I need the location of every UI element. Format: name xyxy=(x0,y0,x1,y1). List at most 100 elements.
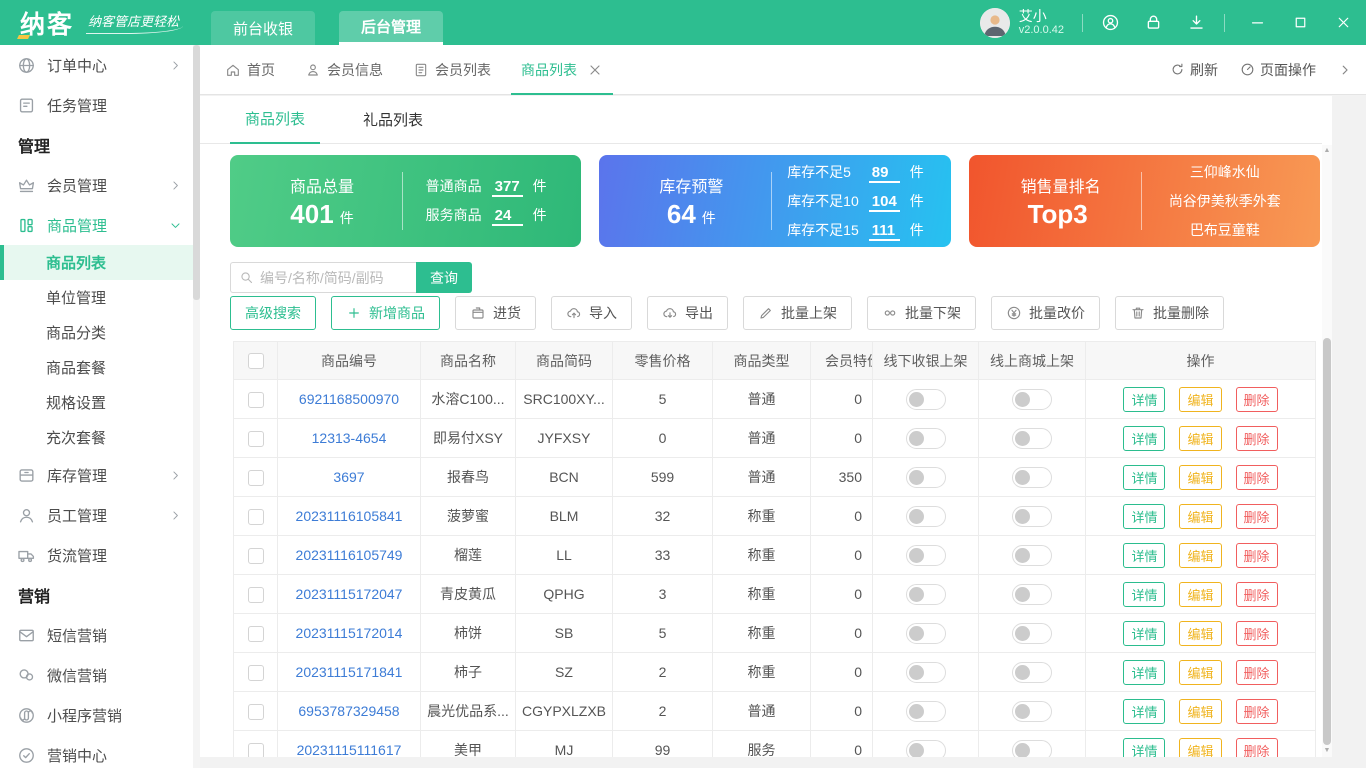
detail-button[interactable]: 详情 xyxy=(1123,504,1165,529)
offline-shelf-toggle[interactable] xyxy=(906,506,946,527)
sidebar-subitem[interactable]: 规格设置 xyxy=(0,385,200,420)
offline-shelf-toggle[interactable] xyxy=(906,623,946,644)
product-code-link[interactable]: 20231115111617 xyxy=(297,742,402,757)
delete-button[interactable]: 删除 xyxy=(1236,387,1278,412)
product-code-link[interactable]: 20231115171841 xyxy=(296,664,403,680)
product-code-link[interactable]: 6953787329458 xyxy=(298,703,399,719)
detail-button[interactable]: 详情 xyxy=(1123,582,1165,607)
row-checkbox[interactable] xyxy=(248,509,264,525)
scrollbar-thumb[interactable] xyxy=(1323,338,1331,745)
content-scrollbar[interactable]: ▲ ▼ xyxy=(1322,145,1332,757)
offline-shelf-toggle[interactable] xyxy=(906,467,946,488)
sidebar-item[interactable]: 任务管理 xyxy=(0,85,200,125)
toolbar-button-4[interactable]: 导出 xyxy=(647,296,728,330)
row-checkbox[interactable] xyxy=(248,431,264,447)
online-shelf-toggle[interactable] xyxy=(1012,467,1052,488)
scroll-up-arrow[interactable]: ▲ xyxy=(1322,145,1332,157)
chevron-right-icon[interactable] xyxy=(1338,63,1352,77)
offline-shelf-toggle[interactable] xyxy=(906,389,946,410)
search-input[interactable] xyxy=(260,270,408,286)
tab-home[interactable]: 首页 xyxy=(225,45,275,95)
row-checkbox[interactable] xyxy=(248,626,264,642)
download-icon[interactable] xyxy=(1187,13,1206,32)
row-checkbox[interactable] xyxy=(248,587,264,603)
delete-button[interactable]: 删除 xyxy=(1236,426,1278,451)
edit-button[interactable]: 编辑 xyxy=(1179,660,1221,685)
offline-shelf-toggle[interactable] xyxy=(906,428,946,449)
sidebar-subitem[interactable]: 商品分类 xyxy=(0,315,200,350)
offline-shelf-toggle[interactable] xyxy=(906,740,946,758)
refresh-button[interactable]: 刷新 xyxy=(1170,60,1218,80)
sidebar-subitem[interactable]: 充次套餐 xyxy=(0,420,200,455)
detail-button[interactable]: 详情 xyxy=(1123,426,1165,451)
product-code-link[interactable]: 20231116105749 xyxy=(296,547,403,563)
sidebar-item[interactable]: 微信营销 xyxy=(0,655,200,695)
page-actions-button[interactable]: 页面操作 xyxy=(1240,60,1316,80)
edit-button[interactable]: 编辑 xyxy=(1179,621,1221,646)
minimize-icon[interactable] xyxy=(1249,14,1266,31)
online-shelf-toggle[interactable] xyxy=(1012,701,1052,722)
sidebar-subitem[interactable]: 单位管理 xyxy=(0,280,200,315)
maximize-icon[interactable] xyxy=(1292,14,1309,31)
row-checkbox[interactable] xyxy=(248,548,264,564)
product-code-link[interactable]: 12313-4654 xyxy=(312,430,387,446)
lock-icon[interactable] xyxy=(1144,13,1163,32)
toolbar-button-5[interactable]: 批量上架 xyxy=(743,296,852,330)
tab-member-list[interactable]: 会员列表 xyxy=(413,45,491,95)
edit-button[interactable]: 编辑 xyxy=(1179,738,1221,758)
row-checkbox[interactable] xyxy=(248,704,264,720)
detail-button[interactable]: 详情 xyxy=(1123,660,1165,685)
online-shelf-toggle[interactable] xyxy=(1012,623,1052,644)
online-shelf-toggle[interactable] xyxy=(1012,545,1052,566)
detail-button[interactable]: 详情 xyxy=(1123,621,1165,646)
detail-button[interactable]: 详情 xyxy=(1123,543,1165,568)
delete-button[interactable]: 删除 xyxy=(1236,465,1278,490)
offline-shelf-toggle[interactable] xyxy=(906,584,946,605)
edit-button[interactable]: 编辑 xyxy=(1179,465,1221,490)
support-icon[interactable] xyxy=(1101,13,1120,32)
toolbar-button-3[interactable]: 导入 xyxy=(551,296,632,330)
close-icon[interactable] xyxy=(587,62,603,78)
row-checkbox[interactable] xyxy=(248,470,264,486)
tab-product-list[interactable]: 商品列表 xyxy=(521,45,603,95)
toolbar-button-2[interactable]: 进货 xyxy=(455,296,536,330)
card-line-value[interactable]: 24 xyxy=(492,207,523,226)
card-line-value[interactable]: 89 xyxy=(869,164,900,183)
edit-button[interactable]: 编辑 xyxy=(1179,426,1221,451)
sidebar-item[interactable]: 商品管理 xyxy=(0,205,200,245)
product-code-link[interactable]: 20231115172014 xyxy=(296,625,403,641)
delete-button[interactable]: 删除 xyxy=(1236,621,1278,646)
offline-shelf-toggle[interactable] xyxy=(906,545,946,566)
sidebar-item[interactable]: 库存管理 xyxy=(0,455,200,495)
nav-tab-cashier[interactable]: 前台收银 xyxy=(211,11,315,45)
panel-tab-gifts[interactable]: 礼品列表 xyxy=(348,96,438,144)
toolbar-button-1[interactable]: 新增商品 xyxy=(331,296,440,330)
product-code-link[interactable]: 6921168500970 xyxy=(299,391,399,407)
nav-tab-backoffice[interactable]: 后台管理 xyxy=(339,11,443,45)
delete-button[interactable]: 删除 xyxy=(1236,504,1278,529)
product-code-link[interactable]: 3697 xyxy=(333,469,364,485)
select-all-checkbox[interactable] xyxy=(248,353,264,369)
edit-button[interactable]: 编辑 xyxy=(1179,504,1221,529)
toolbar-button-6[interactable]: 批量下架 xyxy=(867,296,976,330)
online-shelf-toggle[interactable] xyxy=(1012,428,1052,449)
edit-button[interactable]: 编辑 xyxy=(1179,582,1221,607)
edit-button[interactable]: 编辑 xyxy=(1179,543,1221,568)
delete-button[interactable]: 删除 xyxy=(1236,543,1278,568)
row-checkbox[interactable] xyxy=(248,665,264,681)
sidebar-item[interactable]: 货流管理 xyxy=(0,535,200,575)
search-button[interactable]: 查询 xyxy=(416,262,472,293)
close-icon[interactable] xyxy=(1335,14,1352,31)
sidebar-subitem[interactable]: 商品列表 xyxy=(0,245,200,280)
online-shelf-toggle[interactable] xyxy=(1012,584,1052,605)
toolbar-button-0[interactable]: 高级搜索 xyxy=(230,296,316,330)
row-checkbox[interactable] xyxy=(248,743,264,757)
card-line-value[interactable]: 111 xyxy=(869,222,900,241)
offline-shelf-toggle[interactable] xyxy=(906,701,946,722)
toolbar-button-8[interactable]: 批量删除 xyxy=(1115,296,1224,330)
sidebar-item[interactable]: 小程序营销 xyxy=(0,695,200,735)
online-shelf-toggle[interactable] xyxy=(1012,389,1052,410)
scroll-down-arrow[interactable]: ▼ xyxy=(1322,745,1332,757)
delete-button[interactable]: 删除 xyxy=(1236,738,1278,758)
detail-button[interactable]: 详情 xyxy=(1123,387,1165,412)
